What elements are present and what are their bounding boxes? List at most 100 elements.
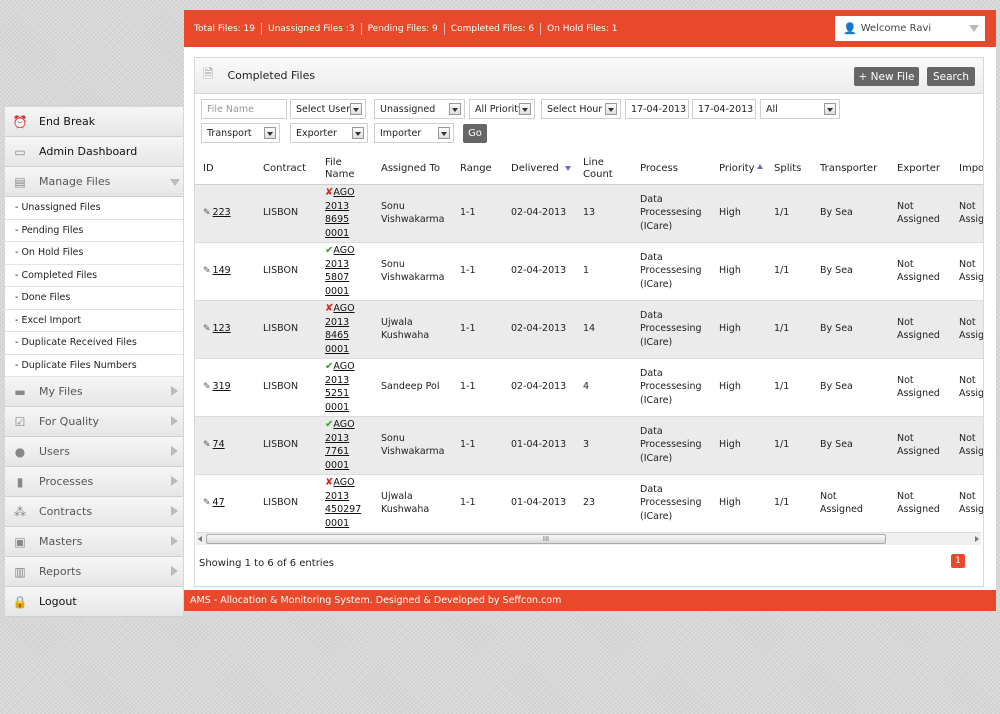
table-row[interactable]: ✎ 123 LISBON ✘AGO 2013 8465 0001 Ujwala Kushwaha… xyxy=(195,300,983,359)
file-name-link[interactable]: 8695 xyxy=(325,214,349,225)
file-name-link[interactable]: 0001 xyxy=(325,228,349,239)
sidebar-item-manage-files[interactable]: ▤ Manage Files xyxy=(5,167,183,197)
file-name-link[interactable]: 8465 xyxy=(325,330,349,341)
date-from-input[interactable]: 17-04-2013 xyxy=(625,99,689,119)
file-name-link[interactable]: 2013 xyxy=(325,433,349,444)
submenu-item-done-files[interactable]: - Done Files xyxy=(5,287,183,310)
new-file-button[interactable]: + New File xyxy=(854,67,919,86)
submenu-item-duplicate-received-files[interactable]: - Duplicate Received Files xyxy=(5,332,183,355)
sidebar-item-processes[interactable]: ▮ Processes xyxy=(5,467,183,497)
file-name-link[interactable]: 2013 xyxy=(325,317,349,328)
file-name-link[interactable]: AGO xyxy=(333,187,354,198)
user-menu-dropdown[interactable]: 👤 Welcome Ravi xyxy=(835,16,985,41)
sidebar-item-my-files[interactable]: ▬ My Files xyxy=(5,377,183,407)
file-name-link[interactable]: 5807 xyxy=(325,272,349,283)
table-row[interactable]: ✎ 47 LISBON ✘AGO 2013 450297 0001 Ujwala Kushwah… xyxy=(195,474,983,530)
select-user-dropdown[interactable]: Select User xyxy=(290,99,366,119)
id-link[interactable]: 123 xyxy=(213,323,231,334)
file-name-link[interactable]: 0001 xyxy=(325,286,349,297)
search-button[interactable]: Search xyxy=(927,67,975,86)
edit-pencil-icon[interactable]: ✎ xyxy=(203,266,211,276)
file-name-link[interactable]: 450297 xyxy=(325,504,361,515)
cell-assigned-to-line: Sonu xyxy=(381,258,405,270)
file-name-link[interactable]: AGO xyxy=(333,477,354,488)
file-name-link[interactable]: 2013 xyxy=(325,491,349,502)
file-name-input[interactable]: File Name xyxy=(201,99,287,119)
scroll-left-icon[interactable] xyxy=(198,536,202,542)
col-header-file-name[interactable]: File Name xyxy=(317,154,373,185)
sidebar-item-masters[interactable]: ▣ Masters xyxy=(5,527,183,557)
file-name-link[interactable]: 0001 xyxy=(325,344,349,355)
submenu-item-completed-files[interactable]: - Completed Files xyxy=(5,265,183,287)
id-link[interactable]: 47 xyxy=(213,497,225,508)
sidebar-item-users[interactable]: ● Users xyxy=(5,437,183,467)
table-row[interactable]: ✎ 149 LISBON ✔AGO 2013 5807 0001 Sonu Vishwakarm… xyxy=(195,242,983,301)
sidebar-item-logout[interactable]: 🔒 Logout xyxy=(5,587,183,617)
sidebar-item-end-break[interactable]: ⏰ End Break xyxy=(5,107,183,137)
edit-pencil-icon[interactable]: ✎ xyxy=(203,498,211,508)
file-name-link[interactable]: AGO xyxy=(333,361,354,372)
col-header-delivered[interactable]: Delivered xyxy=(503,154,575,185)
col-header-id[interactable]: ID xyxy=(195,154,255,185)
file-name-link[interactable]: 2013 xyxy=(325,201,349,212)
id-link[interactable]: 149 xyxy=(213,265,231,276)
date-to-input[interactable]: 17-04-2013 xyxy=(692,99,756,119)
file-name-link[interactable]: 5251 xyxy=(325,388,349,399)
file-name-link[interactable]: 0001 xyxy=(325,518,349,529)
edit-pencil-icon[interactable]: ✎ xyxy=(203,324,211,334)
cell-process-line: Data xyxy=(640,483,663,495)
edit-pencil-icon[interactable]: ✎ xyxy=(203,440,211,450)
submenu-item-duplicate-files-numbers[interactable]: - Duplicate Files Numbers xyxy=(5,355,183,377)
id-link[interactable]: 223 xyxy=(213,207,231,218)
cell-transporter-line: By Sea xyxy=(820,265,853,277)
table-row[interactable]: ✎ 223 LISBON ✘AGO 2013 8695 0001 Sonu Vishwakarm… xyxy=(195,184,983,243)
col-header-splits[interactable]: Splits xyxy=(766,154,812,185)
file-name-link[interactable]: 0001 xyxy=(325,402,349,413)
archive-icon: ▣ xyxy=(14,534,26,549)
col-header-transporter[interactable]: Transporter xyxy=(812,154,889,185)
col-header-assigned-to[interactable]: Assigned To xyxy=(373,154,452,185)
transport-dropdown[interactable]: Transport xyxy=(201,123,280,143)
select-hour-dropdown[interactable]: Select Hour xyxy=(541,99,621,119)
file-name-link[interactable]: 7761 xyxy=(325,446,349,457)
all-value: All xyxy=(766,103,778,115)
cell-process-line: Data xyxy=(640,309,663,321)
exporter-dropdown[interactable]: Exporter xyxy=(290,123,368,143)
submenu-item-on-hold-files[interactable]: - On Hold Files xyxy=(5,242,183,265)
table-row[interactable]: ✎ 319 LISBON ✔AGO 2013 5251 0001 Sandeep Pol 1-1… xyxy=(195,358,983,417)
horizontal-scrollbar[interactable]: III xyxy=(196,532,981,545)
col-header-line-count[interactable]: Line Count xyxy=(575,154,632,185)
file-name-link[interactable]: 2013 xyxy=(325,375,349,386)
pagination-page-1[interactable]: 1 xyxy=(951,554,965,568)
edit-pencil-icon[interactable]: ✎ xyxy=(203,382,211,392)
priority-dropdown[interactable]: All Priority xyxy=(469,99,535,119)
go-button[interactable]: Go xyxy=(463,124,487,143)
sidebar-item-for-quality[interactable]: ☑ For Quality xyxy=(5,407,183,437)
id-link[interactable]: 74 xyxy=(213,439,225,450)
file-name-link[interactable]: AGO xyxy=(333,245,354,256)
file-name-link[interactable]: AGO xyxy=(333,419,354,430)
sidebar-item-admin-dashboard[interactable]: ▭ Admin Dashboard xyxy=(5,137,183,167)
sidebar-item-reports[interactable]: ▥ Reports xyxy=(5,557,183,587)
file-name-link[interactable]: AGO xyxy=(333,303,354,314)
col-header-importer[interactable]: Impo xyxy=(951,154,983,185)
col-header-exporter[interactable]: Exporter xyxy=(889,154,951,185)
id-link[interactable]: 319 xyxy=(213,381,231,392)
scroll-right-icon[interactable] xyxy=(975,536,979,542)
all-dropdown[interactable]: All xyxy=(760,99,840,119)
submenu-item-pending-files[interactable]: - Pending Files xyxy=(5,220,183,242)
edit-pencil-icon[interactable]: ✎ xyxy=(203,208,211,218)
submenu-item-excel-import[interactable]: - Excel Import xyxy=(5,310,183,332)
col-header-contract[interactable]: Contract xyxy=(255,154,317,185)
table-row[interactable]: ✎ 74 LISBON ✔AGO 2013 7761 0001 Sonu Vishwakarma… xyxy=(195,416,983,475)
submenu-item-unassigned-files[interactable]: - Unassigned Files xyxy=(5,197,183,220)
sidebar-item-contracts[interactable]: ⁂ Contracts xyxy=(5,497,183,527)
col-header-process[interactable]: Process xyxy=(632,154,711,185)
scrollbar-thumb[interactable]: III xyxy=(206,534,886,544)
importer-dropdown[interactable]: Importer xyxy=(374,123,454,143)
assignment-status-dropdown[interactable]: Unassigned xyxy=(374,99,465,119)
col-header-priority[interactable]: Priority xyxy=(711,154,766,185)
file-name-link[interactable]: 2013 xyxy=(325,259,349,270)
file-name-link[interactable]: 0001 xyxy=(325,460,349,471)
col-header-range[interactable]: Range xyxy=(452,154,503,185)
